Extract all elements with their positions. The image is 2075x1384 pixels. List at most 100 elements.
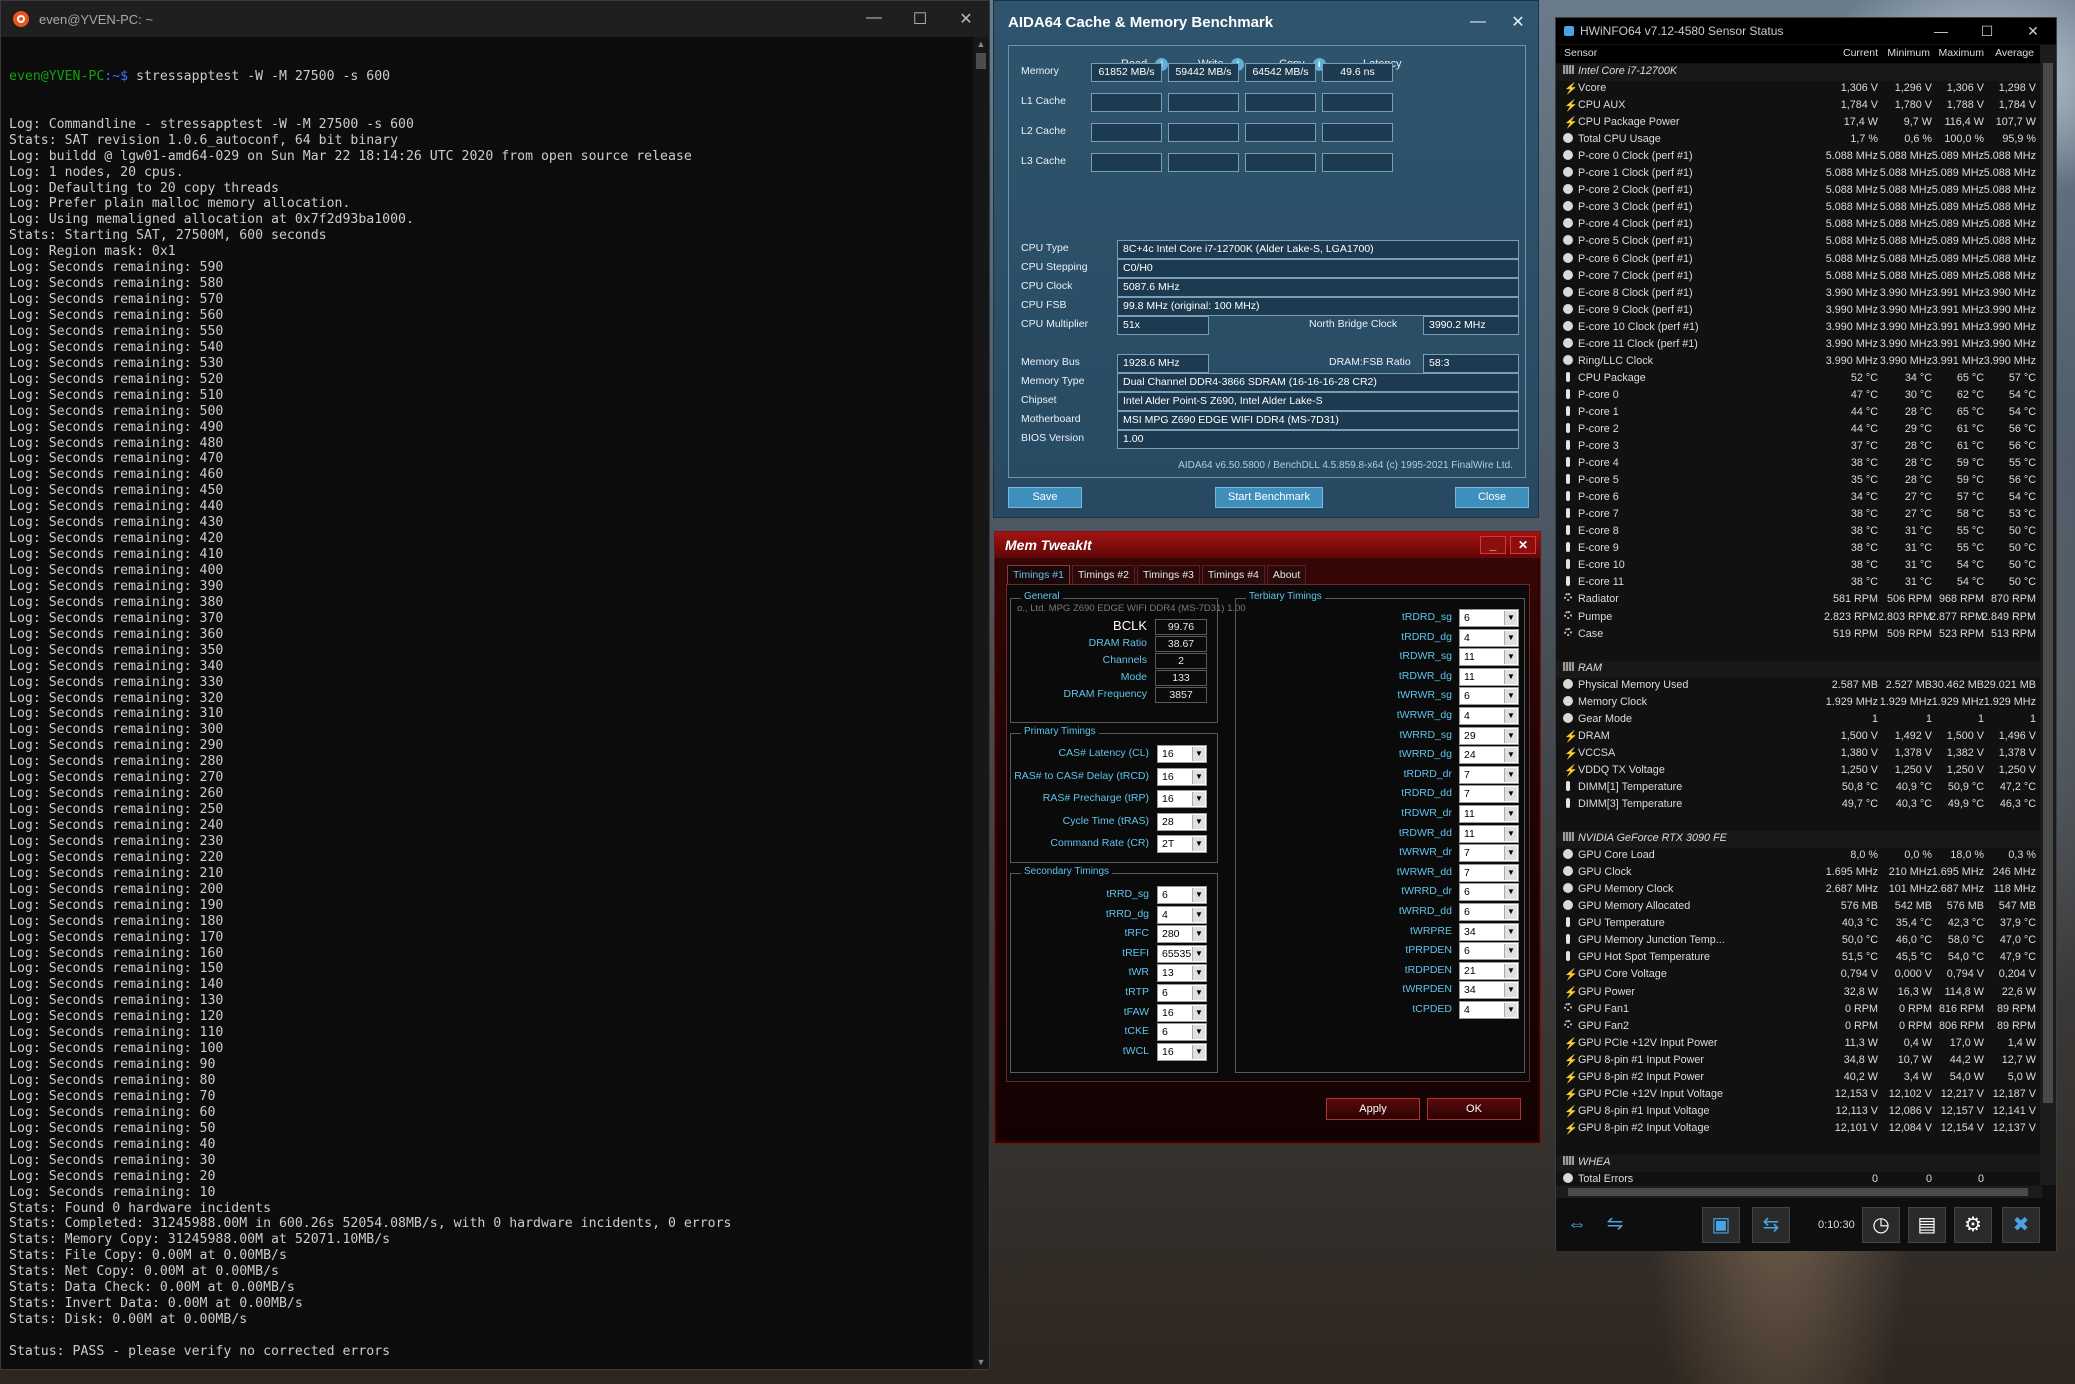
chevron-down-icon[interactable]: ▼ (1192, 837, 1205, 852)
tab-timings-2[interactable]: Timings #2 (1071, 565, 1135, 584)
chevron-down-icon[interactable]: ▼ (1504, 728, 1517, 743)
sensor-row[interactable]: E-core 9 Clock (perf #1) 3.990 MHz 3.990 M… (1556, 303, 2042, 320)
chevron-down-icon[interactable]: ▼ (1192, 907, 1205, 922)
chevron-down-icon[interactable]: ▼ (1192, 966, 1205, 981)
sensor-row[interactable]: GPU Temperature 40,3 °C 35,4 °C 42,3 °C 37,9… (1556, 916, 2042, 933)
timing-select[interactable]: 28 ▼ (1157, 812, 1207, 831)
timing-select[interactable]: 7 ▼ (1459, 785, 1519, 804)
sensor-row[interactable]: P-core 1 Clock (perf #1) 5.088 MHz 5.088 M… (1556, 166, 2042, 183)
chevron-down-icon[interactable]: ▼ (1504, 689, 1517, 704)
chevron-down-icon[interactable]: ▼ (1504, 826, 1517, 841)
timing-select[interactable]: 4 ▼ (1459, 1001, 1519, 1019)
sensor-row[interactable]: P-core 3 Clock (perf #1) 5.088 MHz 5.088 M… (1556, 200, 2042, 217)
terminal-scrollbar[interactable]: ▲ ▼ (973, 37, 989, 1369)
close-x-icon[interactable]: ✖ (2002, 1207, 2040, 1243)
sensor-row[interactable]: GPU Clock 1.695 MHz 210 MHz 1.695 MHz 246 MH… (1556, 865, 2042, 882)
minimize-icon[interactable]: — (851, 9, 897, 29)
sensor-row[interactable]: ⚡ GPU PCIe +12V Input Power 11,3 W 0,4 W 17,… (1556, 1036, 2042, 1053)
maximize-icon[interactable]: ☐ (897, 9, 943, 29)
transfer-icon[interactable]: ⇆ (1752, 1207, 1790, 1243)
sensor-row[interactable]: P-core 6 Clock (perf #1) 5.088 MHz 5.088 M… (1556, 252, 2042, 269)
chevron-down-icon[interactable]: ▼ (1192, 747, 1205, 761)
sensor-row[interactable]: ⚡ GPU PCIe +12V Input Voltage 12,153 V 12,1… (1556, 1087, 2042, 1104)
sensor-row[interactable]: ⚡ GPU Core Voltage 0,794 V 0,000 V 0,794 V 0,… (1556, 967, 2042, 984)
terminal-output[interactable]: even@YVEN-PC:~$ stressapptest -W -M 2750… (9, 37, 967, 1369)
memtweakit-titlebar[interactable]: Mem TweakIt _ ✕ (995, 532, 1540, 558)
sensor-row[interactable]: P-core 0 47 °C 30 °C 62 °C 54 °C (1556, 388, 2042, 405)
tab-timings-3[interactable]: Timings #3 (1136, 565, 1200, 584)
chevron-down-icon[interactable]: ▼ (1504, 650, 1517, 665)
chevron-down-icon[interactable]: ▼ (1192, 769, 1205, 784)
minimize-icon[interactable]: _ (1480, 536, 1506, 554)
timing-select[interactable]: 6 ▼ (1157, 984, 1207, 1002)
terminal-window[interactable]: even@YVEN-PC: ~ — ☐ ✕ even@YVEN-PC:~$ st… (0, 0, 990, 1370)
chevron-down-icon[interactable]: ▼ (1504, 905, 1517, 919)
timing-select[interactable]: 11 ▼ (1459, 648, 1519, 667)
sensor-row[interactable]: P-core 5 Clock (perf #1) 5.088 MHz 5.088 M… (1556, 234, 2042, 251)
timing-select[interactable]: 6 ▼ (1459, 609, 1519, 627)
close-button[interactable]: Close (1455, 487, 1529, 508)
chevron-down-icon[interactable]: ▼ (1192, 946, 1205, 961)
sensor-row[interactable]: P-core 2 Clock (perf #1) 5.088 MHz 5.088 M… (1556, 183, 2042, 200)
sensor-row[interactable]: P-core 4 38 °C 28 °C 59 °C 55 °C (1556, 456, 2042, 473)
timing-select[interactable]: 16 ▼ (1157, 790, 1207, 809)
sensor-row[interactable]: ⚡ CPU AUX 1,784 V 1,780 V 1,788 V 1,784 V (1556, 98, 2042, 115)
timing-select[interactable]: 6 ▼ (1157, 1023, 1207, 1042)
timing-select[interactable]: 6 ▼ (1157, 886, 1207, 904)
scroll-up-icon[interactable]: ▲ (973, 39, 989, 49)
minimize-icon[interactable]: — (1458, 13, 1498, 31)
terminal-titlebar[interactable]: even@YVEN-PC: ~ — ☐ ✕ (1, 1, 989, 37)
sensor-row[interactable]: E-core 10 Clock (perf #1) 3.990 MHz 3.990 … (1556, 320, 2042, 337)
timing-select[interactable]: 16 ▼ (1157, 745, 1207, 763)
sensor-row[interactable]: P-core 6 34 °C 27 °C 57 °C 54 °C (1556, 490, 2042, 507)
sensor-row[interactable]: Radiator 581 RPM 506 RPM 968 RPM 870 RPM (1556, 592, 2042, 609)
minimize-icon[interactable]: — (1918, 23, 1964, 39)
sensor-row[interactable]: E-core 8 38 °C 31 °C 55 °C 50 °C (1556, 524, 2042, 541)
settings-gear-icon[interactable]: ⚙ (1954, 1207, 1992, 1243)
sensor-vertical-scrollbar[interactable] (2040, 45, 2056, 1185)
tab-timings-1[interactable]: Timings #1 (1007, 565, 1070, 584)
column-current[interactable]: Current (1843, 47, 1878, 59)
sensor-row[interactable]: Total CPU Usage 1,7 % 0,6 % 100,0 % 95,9 % (1556, 132, 2042, 149)
timing-select[interactable]: 7 ▼ (1459, 844, 1519, 863)
sensor-row[interactable]: ⚡ GPU 8-pin #1 Input Power 34,8 W 10,7 W 44,… (1556, 1053, 2042, 1070)
chevron-down-icon[interactable]: ▼ (1504, 963, 1517, 978)
sensor-row[interactable]: ⚡ DRAM 1,500 V 1,492 V 1,500 V 1,496 V (1556, 729, 2042, 746)
apply-button[interactable]: Apply (1326, 1098, 1420, 1120)
sensor-group-header[interactable]: RAM (1556, 660, 2042, 678)
sensor-row[interactable]: ⚡ GPU 8-pin #2 Input Voltage 12,101 V 12,08… (1556, 1121, 2042, 1138)
sensor-row[interactable]: E-core 10 38 °C 31 °C 54 °C 50 °C (1556, 558, 2042, 575)
sensor-row[interactable]: P-core 4 Clock (perf #1) 5.088 MHz 5.088 M… (1556, 217, 2042, 234)
sensor-row[interactable]: P-core 5 35 °C 28 °C 59 °C 56 °C (1556, 473, 2042, 490)
chevron-down-icon[interactable]: ▼ (1504, 865, 1517, 880)
sensor-row[interactable]: E-core 11 38 °C 31 °C 54 °C 50 °C (1556, 575, 2042, 592)
sensor-row[interactable]: GPU Fan1 0 RPM 0 RPM 816 RPM 89 RPM (1556, 1002, 2042, 1019)
chevron-down-icon[interactable]: ▼ (1192, 814, 1205, 829)
chevron-down-icon[interactable]: ▼ (1504, 885, 1517, 900)
chevron-down-icon[interactable]: ▼ (1504, 611, 1517, 625)
save-button[interactable]: Save (1008, 487, 1082, 508)
sensor-row[interactable]: Case 519 RPM 509 RPM 523 RPM 513 RPM (1556, 627, 2042, 644)
sensor-row[interactable]: Physical Memory Used 2.587 MB 2.527 MB 30.4… (1556, 678, 2042, 695)
chevron-down-icon[interactable]: ▼ (1504, 846, 1517, 861)
chevron-down-icon[interactable]: ▼ (1504, 807, 1517, 821)
sensor-row[interactable]: GPU Memory Allocated 576 MB 542 MB 576 MB 54… (1556, 899, 2042, 916)
timing-select[interactable]: 16 ▼ (1157, 1042, 1207, 1061)
column-average[interactable]: Average (1995, 47, 2034, 59)
sensor-row[interactable]: ⚡ CPU Package Power 17,4 W 9,7 W 116,4 W 107,… (1556, 115, 2042, 132)
chevron-down-icon[interactable]: ▼ (1192, 1005, 1205, 1020)
chevron-down-icon[interactable]: ▼ (1192, 1025, 1205, 1040)
report-icon[interactable]: ▤ (1908, 1207, 1946, 1243)
sensor-row[interactable]: ⚡ GPU Power 32,8 W 16,3 W 114,8 W 22,6 W (1556, 985, 2042, 1002)
sensor-row[interactable]: Pumpe 2.823 RPM 2.803 RPM 2.877 RPM 2.849 RP… (1556, 610, 2042, 627)
chevron-down-icon[interactable]: ▼ (1192, 927, 1205, 942)
chevron-down-icon[interactable]: ▼ (1192, 888, 1205, 902)
chevron-down-icon[interactable]: ▼ (1504, 767, 1517, 782)
column-maximum[interactable]: Maximum (1938, 47, 1984, 59)
close-icon[interactable]: ✕ (1510, 536, 1536, 554)
timing-select[interactable]: 6 ▼ (1459, 687, 1519, 706)
sensor-row[interactable]: GPU Memory Clock 2.687 MHz 101 MHz 2.687 MH… (1556, 882, 2042, 899)
sensor-group-header[interactable]: Intel Core i7-12700K (1556, 64, 2042, 82)
sensor-row[interactable]: GPU Hot Spot Temperature 51,5 °C 45,5 °C 54… (1556, 950, 2042, 967)
chevron-down-icon[interactable]: ▼ (1192, 792, 1205, 807)
